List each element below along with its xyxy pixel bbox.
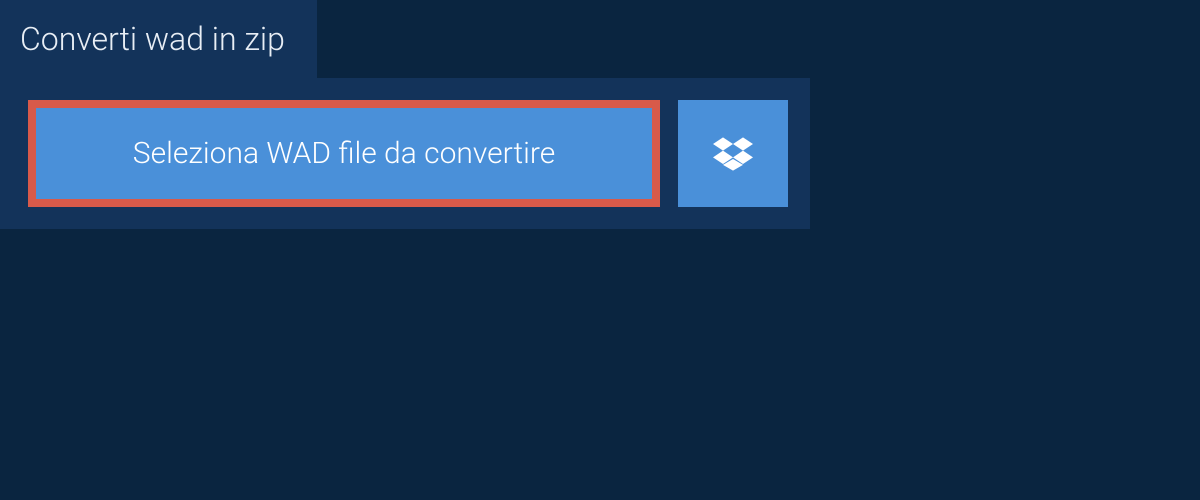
dropbox-icon bbox=[713, 134, 753, 174]
select-file-label: Seleziona WAD file da convertire bbox=[133, 136, 555, 171]
select-file-button[interactable]: Seleziona WAD file da convertire bbox=[28, 100, 660, 207]
page-title: Converti wad in zip bbox=[20, 20, 285, 58]
dropbox-button[interactable] bbox=[678, 100, 788, 207]
file-select-panel: Seleziona WAD file da convertire bbox=[0, 78, 810, 229]
tab-header: Converti wad in zip bbox=[0, 0, 317, 78]
